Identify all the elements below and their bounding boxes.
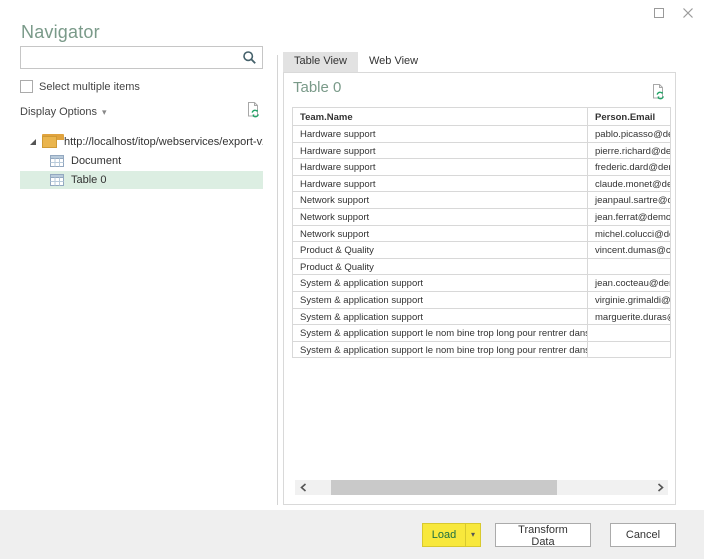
table-row: System & application supportvirginie.gri… — [292, 292, 671, 309]
tree-root-source[interactable]: http://localhost/itop/webservices/export… — [20, 133, 263, 151]
cell-person-email: pablo.picasso@demo — [588, 126, 670, 142]
load-split-button: Load ▾ — [422, 523, 481, 547]
horizontal-scrollbar[interactable] — [295, 480, 668, 495]
cell-team-name: Hardware support — [293, 159, 588, 175]
table-row: System & application support le nom bine… — [292, 325, 671, 342]
table-header-row: Team.Name Person.Email — [292, 107, 671, 126]
preview-panel: Table 0 Team.Name Person.Email Hardware … — [283, 72, 676, 505]
table-row: Network supportjeanpaul.sartre@dem — [292, 192, 671, 209]
source-tree: http://localhost/itop/webservices/export… — [20, 133, 263, 189]
cell-team-name: System & application support le nom bine… — [293, 325, 588, 341]
chevron-down-icon: ▾ — [102, 107, 107, 118]
page-title: Navigator — [21, 22, 100, 43]
tree-item-table-0[interactable]: Table 0 — [20, 171, 263, 189]
maximize-button[interactable] — [652, 6, 665, 19]
scroll-left-icon[interactable] — [295, 480, 311, 495]
preview-table-title: Table 0 — [293, 79, 341, 96]
table-row: Product & Quality — [292, 259, 671, 276]
column-header-person-email: Person.Email — [588, 108, 670, 125]
search-input[interactable] — [21, 47, 262, 68]
cell-person-email: marguerite.duras@d — [588, 309, 670, 325]
cell-team-name: Network support — [293, 192, 588, 208]
close-button[interactable] — [681, 6, 694, 19]
tree-item-label: Document — [71, 155, 121, 167]
cell-person-email: claude.monet@demo — [588, 176, 670, 192]
table-row: Network supportmichel.colucci@demo — [292, 226, 671, 243]
tree-item-label: Table 0 — [71, 174, 106, 186]
table-row: Hardware supportfrederic.dard@demo. — [292, 159, 671, 176]
refresh-icon[interactable] — [245, 101, 261, 123]
window-controls — [652, 6, 694, 19]
close-icon — [682, 7, 694, 19]
preview-tabs: Table View Web View — [283, 52, 429, 72]
cell-team-name: Hardware support — [293, 176, 588, 192]
cell-person-email: vincent.dumas@com — [588, 242, 670, 258]
table-row: System & application support le nom bine… — [292, 342, 671, 359]
tree-expander-icon[interactable] — [29, 138, 37, 146]
table-row: Hardware supportpierre.richard@demo — [292, 143, 671, 160]
cell-person-email: virginie.grimaldi@de — [588, 292, 670, 308]
cell-team-name: Hardware support — [293, 143, 588, 159]
cell-team-name: Hardware support — [293, 126, 588, 142]
load-dropdown-arrow[interactable]: ▾ — [466, 523, 481, 547]
refresh-preview-icon[interactable] — [650, 83, 666, 105]
scrollbar-track[interactable] — [311, 480, 652, 495]
cell-person-email — [588, 259, 670, 275]
preview-header: Table 0 — [284, 73, 675, 107]
display-options-dropdown[interactable]: Display Options — [20, 106, 97, 118]
cell-team-name: Network support — [293, 226, 588, 242]
transform-data-button[interactable]: Transform Data — [495, 523, 591, 547]
preview-table: Team.Name Person.Email Hardware supportp… — [292, 107, 671, 358]
folder-icon — [42, 136, 57, 148]
display-options-row: Display Options ▾ — [20, 103, 263, 121]
cell-team-name: System & application support — [293, 292, 588, 308]
table-row: Network supportjean.ferrat@demo.co — [292, 209, 671, 226]
select-multiple-label: Select multiple items — [39, 81, 140, 93]
cell-person-email — [588, 342, 670, 358]
source-url-label: http://localhost/itop/webservices/export… — [64, 136, 263, 148]
cell-team-name: System & application support le nom bine… — [293, 342, 588, 358]
tab-table-view[interactable]: Table View — [283, 52, 358, 72]
cell-person-email: pierre.richard@demo — [588, 143, 670, 159]
table-icon — [50, 174, 64, 186]
table-row: Hardware supportpablo.picasso@demo — [292, 126, 671, 143]
table-row: System & application supportjean.cocteau… — [292, 275, 671, 292]
cell-person-email — [588, 325, 670, 341]
cell-person-email: jean.ferrat@demo.co — [588, 209, 670, 225]
cell-person-email: jeanpaul.sartre@dem — [588, 192, 670, 208]
scroll-right-icon[interactable] — [652, 480, 668, 495]
table-row: Product & Qualityvincent.dumas@com — [292, 242, 671, 259]
table-row: Hardware supportclaude.monet@demo — [292, 176, 671, 193]
tree-item-document[interactable]: Document — [20, 152, 263, 170]
load-button[interactable]: Load — [422, 523, 466, 547]
search-box — [20, 46, 263, 69]
cell-team-name: Product & Quality — [293, 259, 588, 275]
navigator-dialog: Navigator Select multiple items Display … — [0, 0, 704, 559]
search-icon[interactable] — [242, 50, 257, 65]
cancel-button[interactable]: Cancel — [610, 523, 676, 547]
maximize-icon — [654, 8, 664, 18]
cell-person-email: frederic.dard@demo. — [588, 159, 670, 175]
dialog-footer: Load ▾ Transform Data Cancel — [0, 510, 704, 559]
pane-divider — [277, 55, 278, 505]
cell-team-name: Network support — [293, 209, 588, 225]
select-multiple-checkbox[interactable] — [20, 80, 33, 93]
cell-person-email: michel.colucci@demo — [588, 226, 670, 242]
tab-web-view[interactable]: Web View — [358, 52, 429, 72]
column-header-team-name: Team.Name — [293, 108, 588, 125]
table-icon — [50, 155, 64, 167]
table-row: System & application supportmarguerite.d… — [292, 309, 671, 326]
cell-team-name: System & application support — [293, 275, 588, 291]
table-body: Hardware supportpablo.picasso@demoHardwa… — [292, 126, 671, 358]
cell-person-email: jean.cocteau@demo. — [588, 275, 670, 291]
select-multiple-row[interactable]: Select multiple items — [20, 79, 263, 94]
cell-team-name: System & application support — [293, 309, 588, 325]
scrollbar-thumb[interactable] — [331, 480, 556, 495]
cell-team-name: Product & Quality — [293, 242, 588, 258]
navigator-left-pane: Select multiple items Display Options ▾ — [20, 46, 263, 189]
